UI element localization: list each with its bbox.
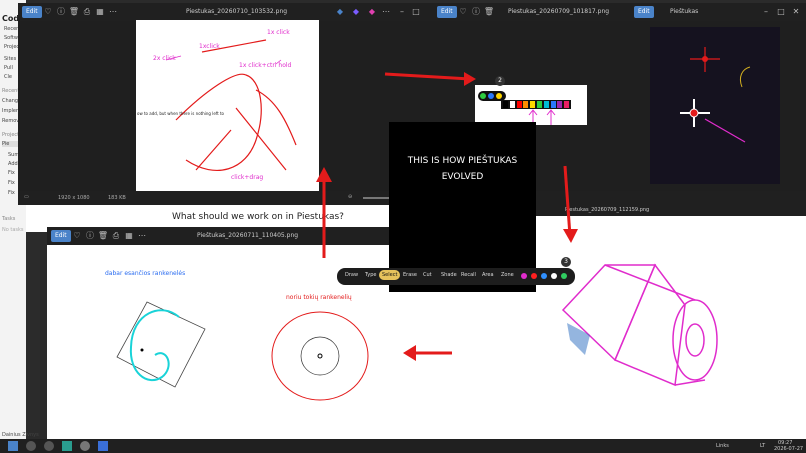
links-label[interactable]: Links [716, 443, 729, 449]
start-icon[interactable] [8, 441, 18, 451]
app-icon[interactable] [62, 441, 72, 451]
language[interactable]: LT [760, 443, 765, 449]
app-icon[interactable] [98, 441, 108, 451]
app-icon[interactable] [26, 441, 36, 451]
taskbar: Links LT 09:27 2026-07-27 [0, 439, 806, 453]
app-icon[interactable] [80, 441, 90, 451]
app-icon[interactable] [44, 441, 54, 451]
clock-date[interactable]: 2026-07-27 [774, 446, 803, 452]
arrows-overlay [316, 72, 578, 361]
